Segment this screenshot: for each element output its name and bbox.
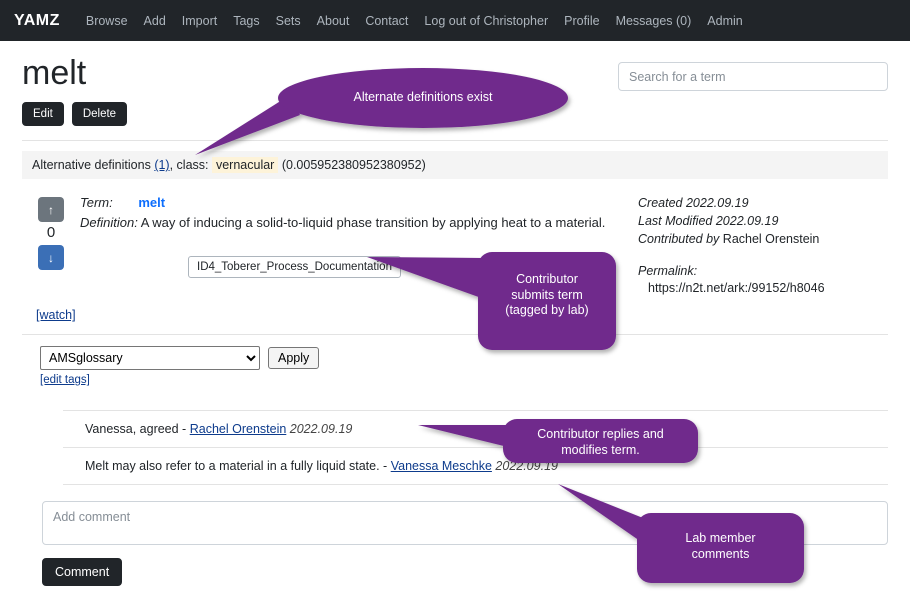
created-label: Created bbox=[638, 196, 683, 211]
top-navbar: YAMZ Browse Add Import Tags Sets About C… bbox=[0, 0, 910, 41]
comment-input[interactable] bbox=[42, 501, 888, 546]
nav-item-logout[interactable]: Log out of Christopher bbox=[416, 10, 556, 32]
alt-def-count-link[interactable]: (1) bbox=[154, 158, 169, 172]
comment-text: Vanessa, agreed - bbox=[85, 422, 187, 437]
nav-item-add[interactable]: Add bbox=[136, 10, 174, 32]
edit-button[interactable]: Edit bbox=[22, 102, 64, 127]
edit-tags-link[interactable]: [edit tags] bbox=[40, 374, 90, 386]
contributed-value: Rachel Orenstein bbox=[722, 231, 820, 246]
arrow-up-icon[interactable]: ↑ bbox=[38, 197, 64, 223]
comment-date: 2022.09.19 bbox=[495, 459, 558, 474]
comments-list: Vanessa, agreed - Rachel Orenstein 2022.… bbox=[63, 410, 888, 486]
term-detail-block: ↑ 0 ↓ Term: melt Definition: A way of in… bbox=[22, 191, 888, 298]
search-input[interactable] bbox=[618, 62, 888, 91]
nav-item-import[interactable]: Import bbox=[174, 10, 225, 32]
definition-row: Definition: A way of inducing a solid-to… bbox=[80, 215, 638, 230]
alt-def-score: (0.005952380952380952) bbox=[281, 158, 426, 173]
nav-item-messages[interactable]: Messages (0) bbox=[608, 10, 700, 32]
modified-line: Last Modified 2022.09.19 bbox=[638, 213, 888, 231]
comment-author-link[interactable]: Rachel Orenstein bbox=[190, 422, 287, 436]
alt-def-class-label: , class: bbox=[169, 158, 209, 173]
definition-label: Definition: bbox=[80, 215, 138, 231]
nav-item-browse[interactable]: Browse bbox=[78, 10, 136, 32]
delete-button[interactable]: Delete bbox=[71, 102, 128, 127]
nav-item-about[interactable]: About bbox=[309, 10, 358, 32]
close-x-icon[interactable]: ✕ bbox=[411, 259, 424, 275]
apply-tag-button[interactable]: Apply bbox=[268, 347, 320, 370]
comment-submit-button[interactable]: Comment bbox=[42, 558, 123, 587]
permalink-value[interactable]: https://n2t.net/ark:/99152/h8046 bbox=[638, 280, 888, 298]
contributed-label: Contributed by bbox=[638, 231, 720, 246]
term-metadata: Created 2022.09.19 Last Modified 2022.09… bbox=[638, 191, 888, 298]
header-divider bbox=[22, 140, 888, 142]
term-class-badge: vernacular bbox=[211, 157, 279, 174]
permalink-label: Permalink: bbox=[638, 263, 698, 278]
comment-row: Melt may also refer to a material in a f… bbox=[63, 447, 888, 486]
modified-value: 2022.09.19 bbox=[715, 214, 779, 229]
term-row: Term: melt bbox=[80, 195, 638, 210]
comment-author-link[interactable]: Vanessa Meschke bbox=[391, 459, 492, 473]
comment-date: 2022.09.19 bbox=[289, 422, 353, 437]
page-header: melt Edit Delete bbox=[0, 41, 910, 127]
alt-def-prefix: Alternative definitions bbox=[32, 158, 151, 173]
vote-column: ↑ 0 ↓ bbox=[22, 191, 80, 298]
term-value[interactable]: melt bbox=[138, 195, 165, 210]
nav-item-sets[interactable]: Sets bbox=[268, 10, 309, 32]
add-comment-form: Comment bbox=[42, 501, 888, 587]
alternative-definitions-bar: Alternative definitions (1), class: vern… bbox=[22, 151, 888, 180]
watch-link[interactable]: [watch] bbox=[36, 308, 76, 322]
vote-count: 0 bbox=[46, 224, 56, 242]
arrow-down-icon[interactable]: ↓ bbox=[38, 245, 64, 271]
comment-text: Melt may also refer to a material in a f… bbox=[85, 459, 388, 474]
created-value: 2022.09.19 bbox=[685, 196, 749, 211]
nav-item-tags[interactable]: Tags bbox=[225, 10, 267, 32]
tags-divider bbox=[22, 334, 888, 336]
term-tag-row: ID4_Toberer_Process_Documentation ✕ bbox=[188, 256, 638, 279]
term-label: Term: bbox=[80, 195, 113, 211]
contributor-line: Contributed by Rachel Orenstein bbox=[638, 231, 888, 249]
comment-row: Vanessa, agreed - Rachel Orenstein 2022.… bbox=[63, 410, 888, 447]
term-action-buttons: Edit Delete bbox=[22, 102, 888, 127]
nav-item-profile[interactable]: Profile bbox=[556, 10, 607, 32]
definition-value: A way of inducing a solid-to-liquid phas… bbox=[140, 215, 606, 231]
created-line: Created 2022.09.19 bbox=[638, 195, 888, 213]
modified-label: Last Modified bbox=[638, 214, 713, 229]
tag-chip[interactable]: ID4_Toberer_Process_Documentation bbox=[188, 256, 401, 279]
nav-item-admin[interactable]: Admin bbox=[699, 10, 750, 32]
brand-logo[interactable]: YAMZ bbox=[14, 12, 60, 30]
nav-item-contact[interactable]: Contact bbox=[357, 10, 416, 32]
tag-controls-row: AMSglossary Apply bbox=[40, 346, 910, 371]
tag-select[interactable]: AMSglossary bbox=[40, 346, 260, 371]
watch-row: [watch] bbox=[0, 298, 910, 324]
term-main-content: Term: melt Definition: A way of inducing… bbox=[80, 191, 638, 298]
